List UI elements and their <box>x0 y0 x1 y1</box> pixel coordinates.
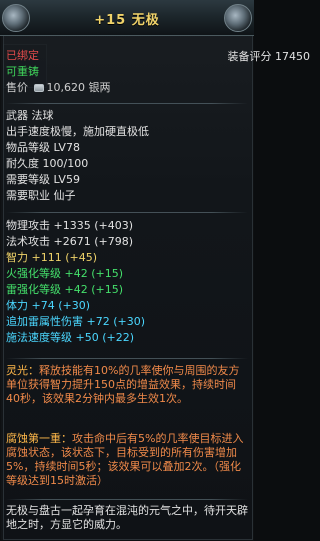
item-lore-text: 无极与盘古一起孕育在混沌的元气之中，待开天辟地之时，方显它的威力。 <box>6 504 248 531</box>
stat-fire-enhance: 火强化等级 +42 (+15) <box>6 267 124 280</box>
stat-physical-attack: 物理攻击 +1335 (+403) <box>6 219 133 232</box>
score-label: 装备评分 <box>227 50 272 63</box>
item-level: 物品等级 LV78 <box>6 141 80 154</box>
attack-speed: 出手速度极慢，施加硬直极低 <box>6 125 149 138</box>
effect-lingguang-title: 灵光： <box>6 364 39 377</box>
weapon-type: 武器 法球 <box>6 109 54 122</box>
score-value: 17450 <box>275 50 310 63</box>
effect-lingguang: 灵光：释放技能有10%的几率使你与周围的友方单位获得智力提升150点的增益效果，… <box>6 364 248 406</box>
ornament-right-icon <box>224 4 252 32</box>
divider-2 <box>6 212 248 213</box>
stat-stamina: 体力 +74 (+30) <box>6 299 91 312</box>
price-unit: 银两 <box>88 81 111 94</box>
price-row: 售价 10,620 银两 <box>6 82 111 94</box>
effect-lingguang-text: 释放技能有10%的几率使你与周围的友方单位获得智力提升150点的增益效果，持续时… <box>6 364 240 405</box>
price-value: 10,620 <box>46 81 86 94</box>
stat-thunder-enhance: 雷强化等级 +42 (+15) <box>6 283 124 296</box>
stat-cast-speed: 施法速度等级 +50 (+22) <box>6 331 135 344</box>
equipment-score: 装备评分 17450 <box>228 48 311 64</box>
durability: 耐久度 100/100 <box>6 157 89 170</box>
stat-thunder-damage: 追加雷属性伤害 +72 (+30) <box>6 315 146 328</box>
divider-1 <box>6 103 248 104</box>
silver-icon <box>33 84 44 92</box>
item-title: +15 无极 <box>94 13 160 28</box>
required-level: 需要等级 LV59 <box>6 173 80 186</box>
bound-status: 已绑定 <box>6 49 39 62</box>
required-job: 需要职业 仙子 <box>6 189 76 202</box>
divider-4 <box>6 499 248 500</box>
item-lore: 无极与盘古一起孕育在混沌的元气之中，待开天辟地之时，方显它的威力。 <box>6 504 248 532</box>
stat-wisdom: 智力 +111 (+45) <box>6 251 98 264</box>
effect-fushi: 腐蚀第一重：攻击命中后有5%的几率使目标进入腐蚀状态，该状态下，目标受到的所有伤… <box>6 432 248 488</box>
effect-fushi-title: 腐蚀第一重： <box>6 432 72 445</box>
stat-magic-attack: 法术攻击 +2671 (+798) <box>6 235 133 248</box>
tooltip-titlebar: +15 无极 <box>0 0 254 36</box>
price-label: 售价 <box>6 81 28 94</box>
divider-3 <box>6 358 248 359</box>
reforge-status: 可重铸 <box>6 65 39 78</box>
